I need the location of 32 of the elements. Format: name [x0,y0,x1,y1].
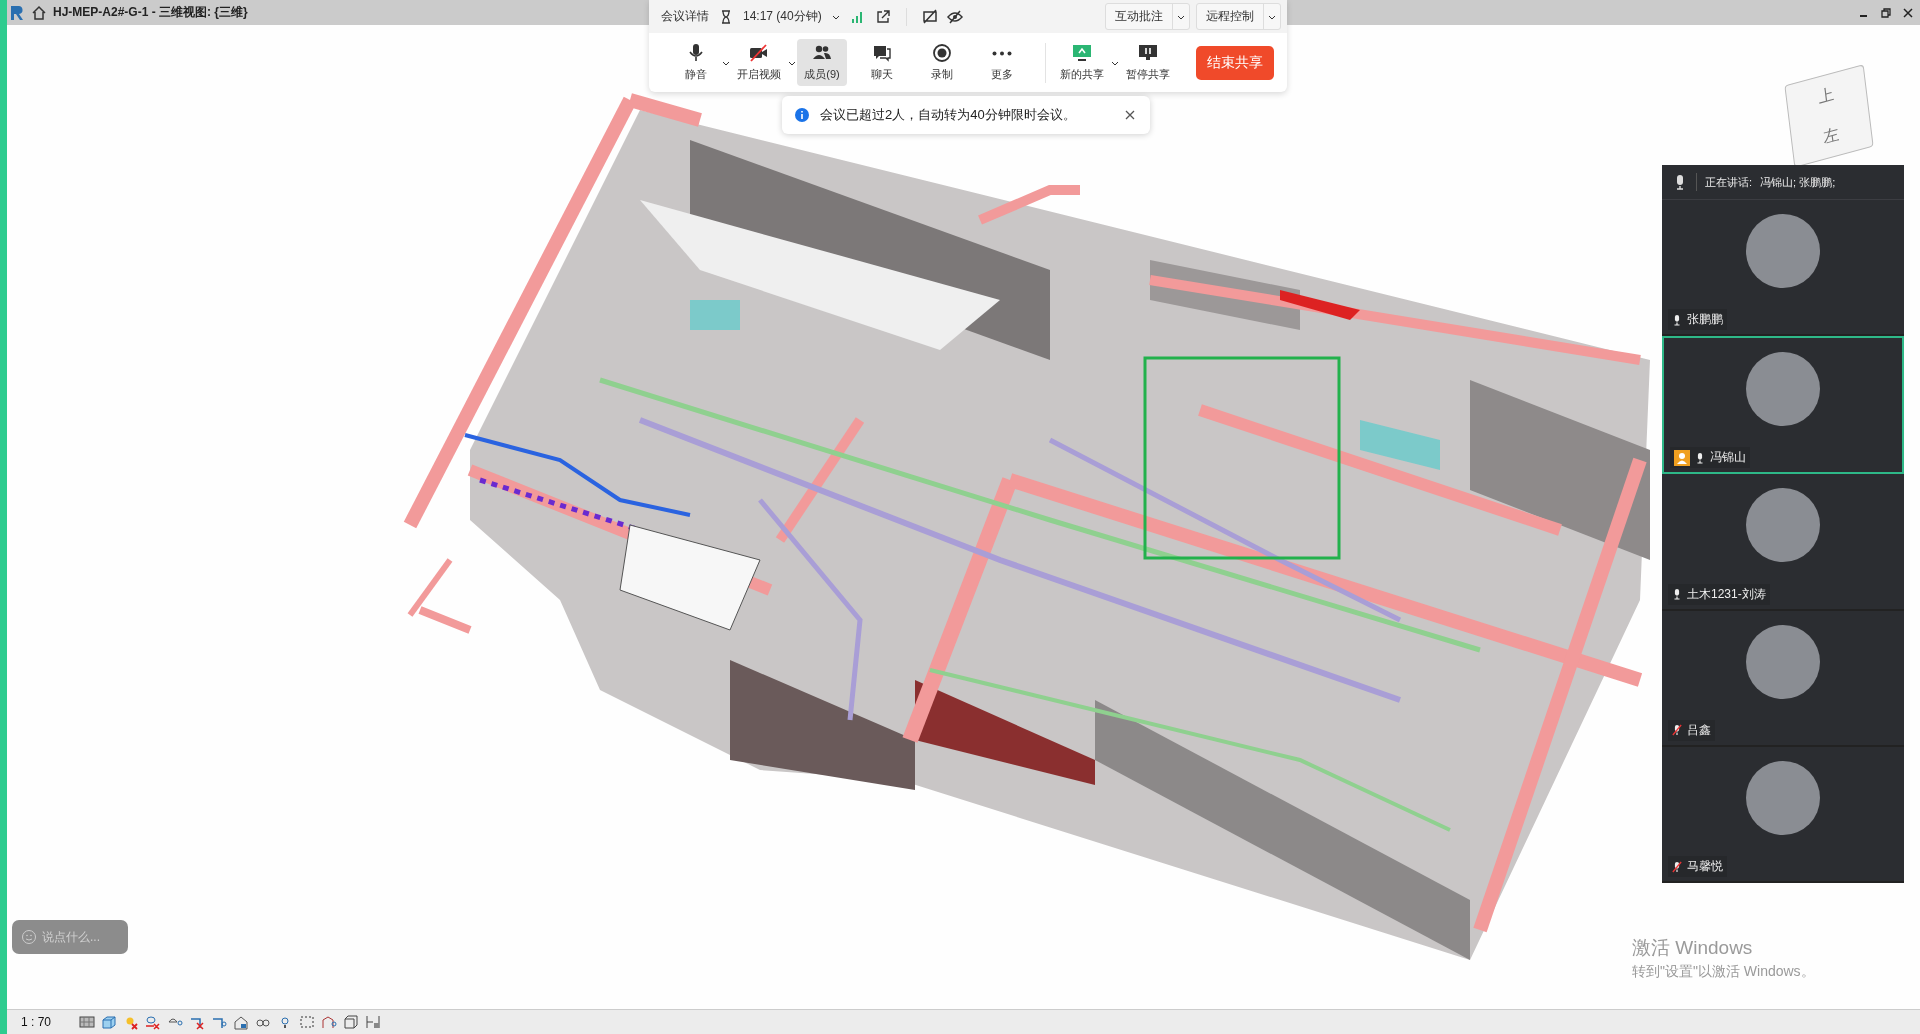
activation-title: 激活 Windows [1632,936,1754,960]
toolbar-button[interactable]: 暂停共享 [1120,39,1176,86]
toolbar-button[interactable]: 成员(9) [797,39,847,86]
speaker-names: 冯锦山; 张鹏鹏; [1760,174,1836,190]
view-cube[interactable]: 上 左 [1784,64,1874,168]
speaking-label: 正在讲话: [1705,174,1753,190]
participant-name: 张鹏鹏 [1687,311,1723,329]
meeting-timer[interactable]: 14:17 (40分钟) [743,8,822,25]
notification-text: 会议已超过2人，自动转为40分钟限时会议。 [820,106,1077,124]
meeting-details-link[interactable]: 会议详情 [661,8,709,25]
view-cube-label[interactable]: 上 [1817,83,1836,109]
end-share-button[interactable]: 结束共享 [1196,45,1274,80]
participant-name: 土木1231-刘涛 [1687,585,1766,603]
participant-tile[interactable]: 马馨悦 [1662,746,1904,883]
participant-tile[interactable]: 吕鑫 [1662,610,1904,747]
view-cube-label[interactable]: 左 [1822,123,1841,149]
toolbar-button[interactable]: 录制 [917,39,967,86]
toolbar-button[interactable]: 新的共享 [1054,39,1110,86]
window-title: HJ-MEP-A2#-G-1 - 三维视图: {三维} [53,4,248,21]
activation-text: 转到"设置"以激活 Windows。 [1632,963,1815,981]
view-scale[interactable]: 1 : 70 [21,1015,52,1029]
participant-tile[interactable]: 土木1231-刘涛 [1662,474,1904,611]
chat-input-field[interactable]: 说点什么... [12,920,128,954]
toolbar-button[interactable]: 静音 [671,39,721,86]
participant-name: 吕鑫 [1687,721,1711,739]
participant-tile[interactable]: 张鹏鹏 [1662,200,1904,337]
participant-name: 冯锦山 [1710,449,1746,467]
toolbar-button[interactable]: 开启视频 [731,39,787,86]
toolbar-button[interactable]: 聊天 [857,39,907,86]
toolbar-button[interactable]: 更多 [977,39,1027,86]
participant-tile[interactable]: 冯锦山 [1662,336,1904,475]
participant-name: 马馨悦 [1687,858,1723,875]
